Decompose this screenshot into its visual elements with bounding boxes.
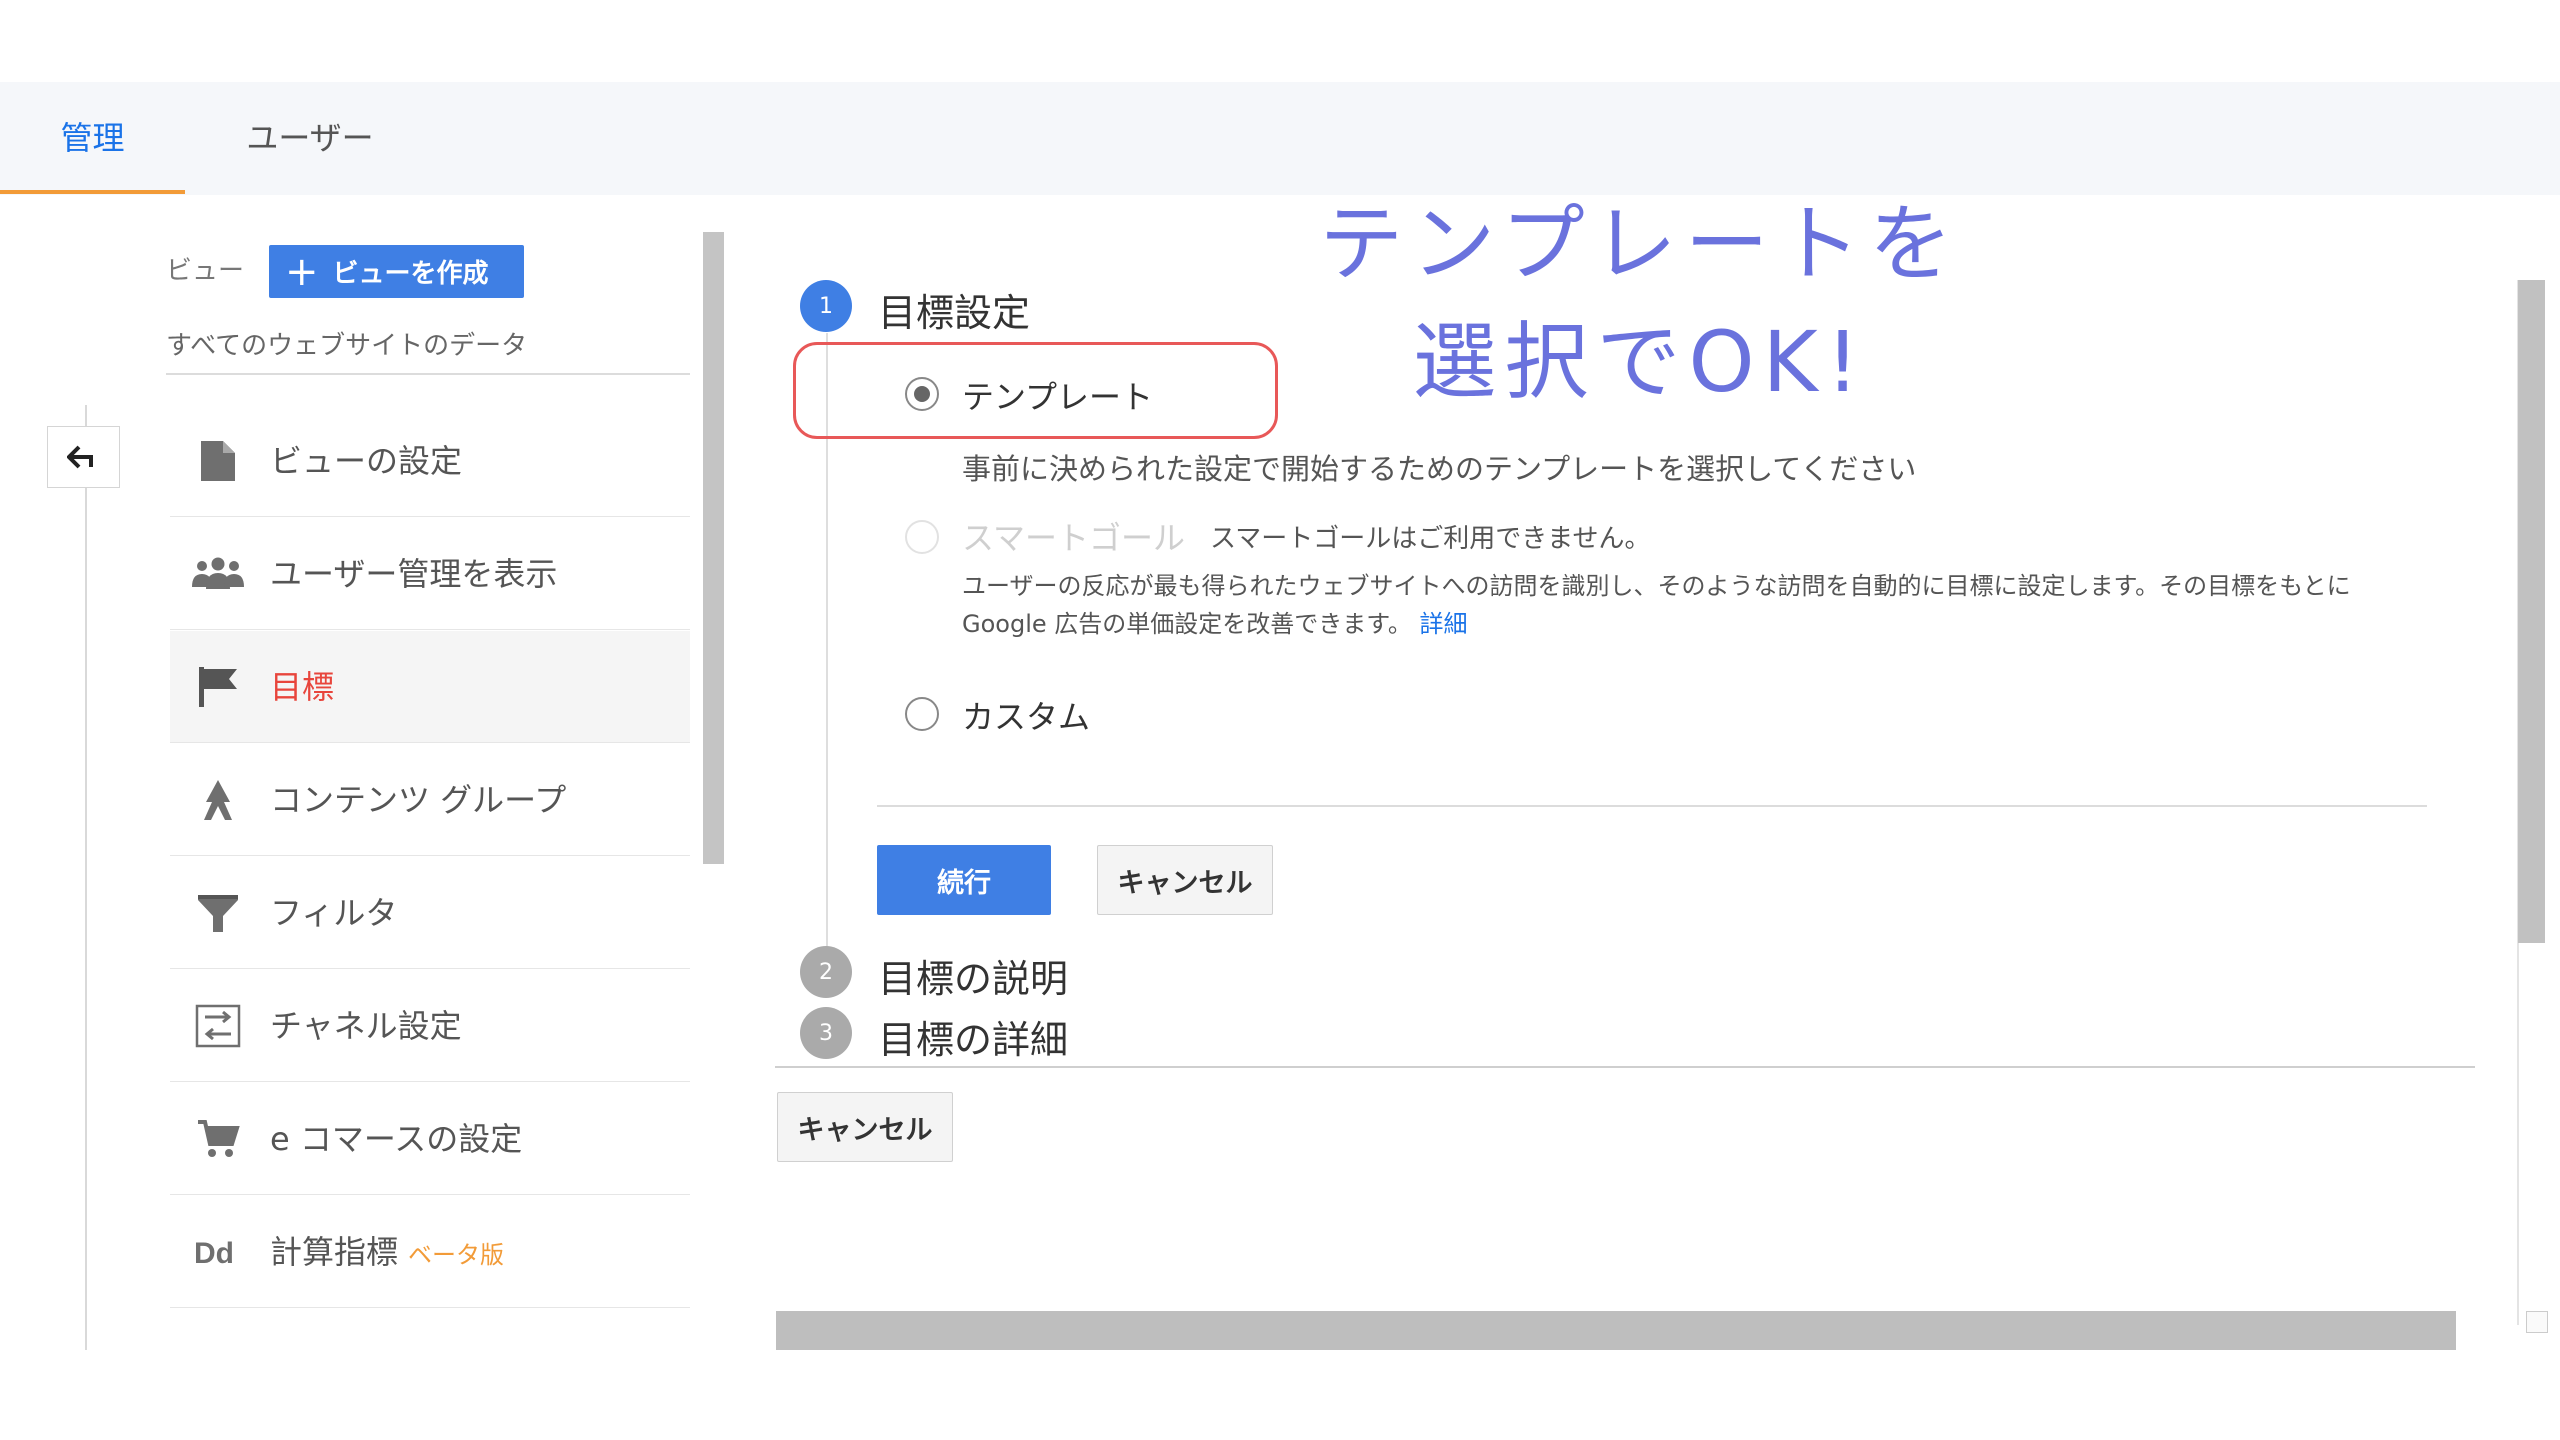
sidebar-item-label: 目標 [270,668,335,706]
tab-user[interactable]: ユーザー [205,82,415,195]
sidebar-item-filters[interactable]: フィルタ [170,857,690,969]
sidebar-item-label: ユーザー管理を表示 [270,555,558,593]
sidebar-item-label: e コマースの設定 [270,1120,523,1158]
step-1-indicator: 1 [800,280,852,332]
tab-admin[interactable]: 管理 [0,82,185,195]
cancel-bottom-button[interactable]: キャンセル [777,1092,953,1162]
bottom-divider [775,1066,2475,1068]
step-3-title[interactable]: 目標の詳細 [878,1009,1068,1064]
sidebar-scrollbar[interactable] [703,232,724,864]
smart-goal-details-link[interactable]: 詳細 [1420,610,1468,638]
dd-icon: Dd [190,1224,246,1280]
sidebar-item-user-management[interactable]: ユーザー管理を表示 [170,518,690,630]
sidebar-item-goals[interactable]: 目標 [170,631,690,743]
sidebar-item-ecommerce-settings[interactable]: e コマースの設定 [170,1083,690,1195]
active-tab-indicator [0,190,185,194]
step-2-indicator: 2 [800,946,852,998]
template-highlight-box [793,342,1278,439]
create-view-label: ビューを作成 [332,259,489,289]
flag-icon [190,659,246,715]
sidebar-item-view-settings[interactable]: ビューの設定 [170,405,690,517]
beta-badge: ベータ版 [408,1241,505,1269]
form-divider [877,805,2427,807]
smart-goal-description: ユーザーの反応が最も得られたウェブサイトへの訪問を識別し、そのような訪問を自動的… [962,567,2412,643]
view-label: ビュー [166,256,245,286]
users-icon [190,546,246,602]
step-3-indicator: 3 [800,1007,852,1059]
back-arrow-icon [66,445,93,469]
custom-radio[interactable] [905,697,939,731]
sidebar-item-label: コンテンツ グループ [270,781,567,819]
sidebar-item-channel-settings[interactable]: チャネル設定 [170,970,690,1082]
custom-label: カスタム [962,698,1091,736]
main-horizontal-scrollbar[interactable] [776,1311,2456,1350]
annotation-line-2: 選択でOK! [1412,313,1868,411]
create-view-button[interactable]: + ビューを作成 [269,245,524,298]
cart-icon [190,1111,246,1167]
smart-goal-label: スマートゴール [962,519,1186,557]
annotation-callout: テンプレートを 選択でOK! [1290,185,1990,421]
annotation-line-1: テンプレートを [1319,195,1961,293]
channel-settings-icon [190,998,246,1054]
svg-text:Dd: Dd [194,1237,234,1269]
back-button[interactable] [47,426,120,488]
calculated-metrics-label: 計算指標 [270,1233,399,1271]
scrollbar-corner [2526,1311,2548,1333]
sidebar-item-label: 計算指標 ベータ版 [270,1196,504,1308]
filter-icon [190,885,246,941]
step-2-title[interactable]: 目標の説明 [878,948,1068,1003]
sidebar-item-label: ビューの設定 [270,442,463,480]
template-description: 事前に決められた設定で開始するためのテンプレートを選択してください [962,452,1917,486]
smart-goal-unavailable-note: スマートゴールはご利用できません。 [1210,524,1651,554]
content-group-icon [190,772,246,828]
left-vertical-divider [85,405,87,1350]
step-1-title: 目標設定 [878,291,1031,335]
smart-goal-description-text: ユーザーの反応が最も得られたウェブサイトへの訪問を識別し、そのような訪問を自動的… [962,572,2351,638]
cancel-button[interactable]: キャンセル [1097,845,1273,915]
view-selector[interactable]: すべてのウェブサイトのデータ [166,325,527,362]
smart-goal-radio [905,520,939,554]
sidebar-item-label: フィルタ [270,894,398,932]
top-tab-bar: 管理 ユーザー [0,82,2560,195]
view-divider [166,373,690,375]
sidebar-item-content-grouping[interactable]: コンテンツ グループ [170,744,690,856]
sidebar-item-calculated-metrics[interactable]: Dd 計算指標 ベータ版 [170,1196,690,1308]
document-icon [190,433,246,489]
sidebar-item-label: チャネル設定 [270,1007,462,1045]
main-vertical-scrollbar[interactable] [2518,280,2545,943]
plus-icon: + [285,248,319,295]
continue-button[interactable]: 続行 [877,845,1051,915]
